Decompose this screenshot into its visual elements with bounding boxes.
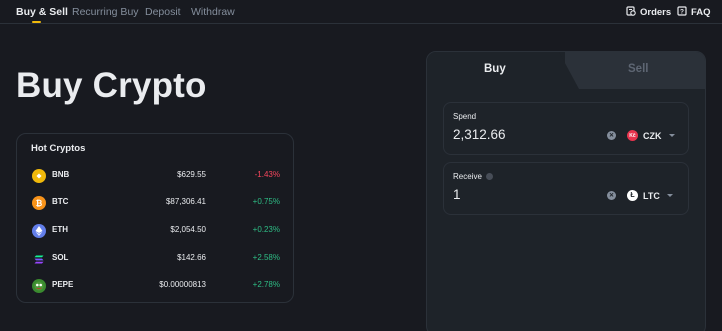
pepe-icon <box>32 279 46 293</box>
coin-symbol: BNB <box>52 170 70 179</box>
page-title: Buy Crypto <box>16 66 207 105</box>
faq-icon: ? <box>677 6 687 19</box>
coin-row-btc[interactable]: ₿ BTC $87,306.41 +0.75% <box>17 194 295 212</box>
tab-recurring-buy[interactable]: Recurring Buy <box>72 6 139 18</box>
orders-button[interactable]: Orders <box>626 6 671 19</box>
active-tab-indicator <box>32 21 41 23</box>
spend-currency-code: CZK <box>643 130 662 141</box>
sol-icon <box>32 252 46 266</box>
receive-currency-code: LTC <box>643 190 660 201</box>
receive-label-text: Receive <box>453 172 482 181</box>
top-nav: Buy & Sell Recurring Buy Deposit Withdra… <box>0 0 722 24</box>
coin-change: +0.23% <box>252 225 280 234</box>
btc-icon: ₿ <box>32 196 46 210</box>
coin-row-eth[interactable]: ETH $2,054.50 +0.23% <box>17 222 295 240</box>
clear-icon[interactable]: ✕ <box>607 191 616 200</box>
coin-price: $87,306.41 <box>165 197 206 206</box>
coin-row-bnb[interactable]: BNB $629.55 -1.43% <box>17 167 295 185</box>
eth-icon <box>32 224 46 238</box>
tab-deposit[interactable]: Deposit <box>145 6 181 18</box>
receive-currency-select[interactable]: Ł LTC <box>627 189 673 202</box>
coin-price: $142.66 <box>177 253 206 262</box>
trade-panel: Buy Sell Spend 2,312.66 ✕ Kč CZK Receive… <box>426 51 706 331</box>
orders-icon <box>626 6 636 19</box>
coin-change: +2.78% <box>252 280 280 289</box>
coin-price: $629.55 <box>177 170 206 179</box>
coin-change: -1.43% <box>254 170 280 179</box>
coin-price: $2,054.50 <box>170 225 206 234</box>
coin-change: +2.58% <box>252 253 280 262</box>
coin-symbol: BTC <box>52 197 69 206</box>
svg-text:?: ? <box>680 9 684 16</box>
ltc-icon: Ł <box>627 190 638 201</box>
coin-symbol: SOL <box>52 253 69 262</box>
spend-label-text: Spend <box>453 112 477 121</box>
coin-price: $0.00000813 <box>159 280 206 289</box>
receive-field[interactable]: Receive 1 ✕ Ł LTC <box>443 162 689 215</box>
coin-symbol: ETH <box>52 225 68 234</box>
spend-label: Spend <box>453 112 476 121</box>
bnb-icon <box>32 169 46 183</box>
coin-row-pepe[interactable]: PEPE $0.00000813 +2.78% <box>17 277 295 295</box>
hot-cryptos-card: Hot Cryptos BNB $629.55 -1.43% ₿ BTC $87… <box>16 133 294 303</box>
coin-symbol: PEPE <box>52 280 74 289</box>
buy-tab[interactable]: Buy <box>484 63 506 75</box>
coin-row-sol[interactable]: SOL $142.66 +2.58% <box>17 250 295 268</box>
receive-label: Receive <box>453 172 493 181</box>
chevron-down-icon <box>666 194 673 197</box>
coin-change: +0.75% <box>252 197 280 206</box>
spend-field[interactable]: Spend 2,312.66 ✕ Kč CZK <box>443 102 689 155</box>
spend-amount-input[interactable]: 2,312.66 <box>453 127 506 142</box>
orders-label: Orders <box>640 7 672 18</box>
czk-icon: Kč <box>627 130 638 141</box>
clear-icon[interactable]: ✕ <box>607 131 616 140</box>
hot-cryptos-title: Hot Cryptos <box>31 143 86 154</box>
spend-currency-select[interactable]: Kč CZK <box>627 129 675 142</box>
faq-label: FAQ <box>691 7 711 18</box>
tab-buy-sell[interactable]: Buy & Sell <box>16 6 68 18</box>
faq-button[interactable]: ? FAQ <box>677 6 711 19</box>
receive-amount-input[interactable]: 1 <box>453 187 461 202</box>
tab-withdraw[interactable]: Withdraw <box>191 6 235 18</box>
chevron-down-icon <box>668 134 675 137</box>
info-icon[interactable] <box>485 173 493 180</box>
sell-tab[interactable]: Sell <box>628 63 648 75</box>
